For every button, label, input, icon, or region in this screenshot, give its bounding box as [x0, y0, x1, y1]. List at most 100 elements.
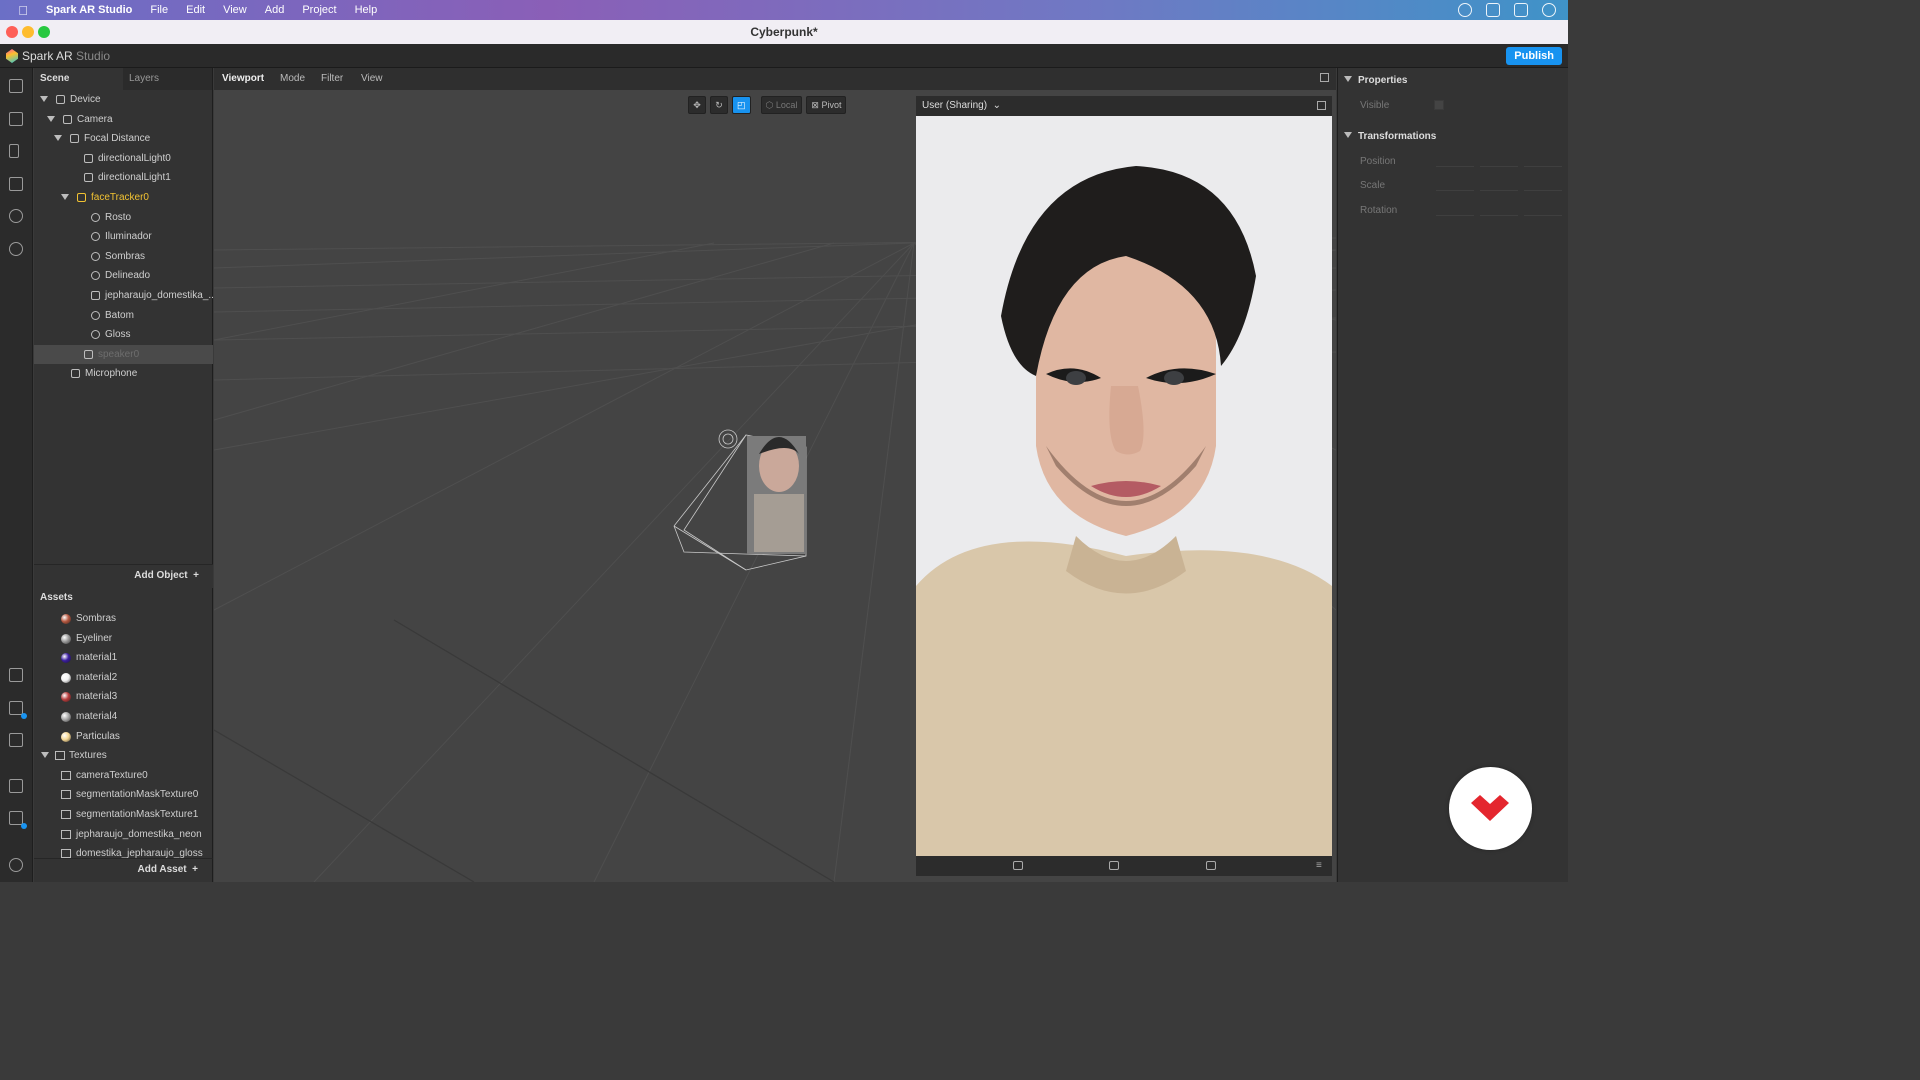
- move-tool-icon[interactable]: ✥: [688, 96, 706, 114]
- tab-viewport[interactable]: Viewport: [222, 73, 264, 84]
- scene-tree-item[interactable]: speaker0: [34, 344, 213, 364]
- menu-edit[interactable]: Edit: [186, 4, 205, 16]
- tab-scene[interactable]: Scene: [34, 68, 123, 90]
- control-center-icon[interactable]: [1514, 3, 1528, 17]
- layout-icon[interactable]: [9, 79, 23, 93]
- properties-section[interactable]: Properties: [1344, 75, 1407, 86]
- scene-tree-label: Focal Distance: [84, 133, 151, 145]
- sync-icon[interactable]: [1458, 3, 1472, 17]
- scene-tree-item[interactable]: directionalLight1: [34, 168, 213, 187]
- scene-tree-item[interactable]: Device: [34, 90, 213, 109]
- chevron-down-icon[interactable]: [40, 96, 48, 102]
- scene-tree-item[interactable]: Camera: [34, 110, 213, 129]
- stop-icon[interactable]: [9, 177, 23, 191]
- refresh-icon[interactable]: [9, 209, 23, 223]
- asset-texture-item[interactable]: segmentationMaskTexture0: [34, 785, 212, 804]
- position-fields[interactable]: [1436, 155, 1562, 167]
- publish-button[interactable]: Publish: [1506, 47, 1562, 65]
- rotation-fields[interactable]: [1436, 204, 1562, 216]
- scale-fields[interactable]: [1436, 179, 1562, 191]
- pause-icon[interactable]: [9, 144, 19, 158]
- scene-tree-item[interactable]: Rosto: [34, 208, 213, 227]
- chevron-down-icon[interactable]: [61, 194, 69, 200]
- record-video-icon[interactable]: [1013, 861, 1023, 870]
- bug-icon[interactable]: [9, 779, 23, 793]
- asset-label: material2: [76, 671, 118, 683]
- scene-tree-item[interactable]: Sombras: [34, 247, 213, 266]
- search-icon[interactable]: [9, 242, 23, 256]
- device-select[interactable]: User (Sharing): [922, 100, 987, 111]
- scene-tree-item[interactable]: Iluminador: [34, 227, 213, 246]
- scene-tree-item[interactable]: jepharaujo_domestika_...: [34, 286, 217, 305]
- chevron-down-icon[interactable]: ⌄: [990, 100, 1001, 111]
- texture-icon: [61, 829, 71, 839]
- add-object-button[interactable]: Add Object +: [34, 564, 213, 588]
- rotate-tool-icon[interactable]: ↻: [710, 96, 728, 114]
- apple-icon[interactable]: : [0, 3, 46, 18]
- chevron-down-icon[interactable]: [41, 752, 49, 759]
- minimize-window-button[interactable]: [22, 26, 34, 38]
- scene-tree-label: jepharaujo_domestika_...: [105, 290, 217, 301]
- menu-file[interactable]: File: [150, 4, 168, 16]
- menu-add[interactable]: Add: [265, 4, 285, 16]
- asset-texture-item[interactable]: cameraTexture0: [34, 766, 212, 785]
- asset-material-item[interactable]: material1: [34, 648, 212, 667]
- upload-icon[interactable]: [9, 733, 23, 747]
- asset-material-item[interactable]: Eyeliner: [34, 629, 212, 648]
- scale-tool-icon[interactable]: ◰: [732, 96, 751, 114]
- simulator-panel: User (Sharing) ⌄ ≡: [916, 96, 1332, 876]
- chevron-down-icon[interactable]: [47, 115, 55, 122]
- scene-tree-item[interactable]: faceTracker0: [34, 188, 213, 207]
- rotate-device-icon[interactable]: [1206, 861, 1216, 870]
- scene-tree-item[interactable]: Microphone: [34, 364, 213, 383]
- pivot-button[interactable]: ⊠ Pivot: [806, 96, 847, 114]
- scene-tree-item[interactable]: directionalLight0: [34, 149, 213, 168]
- asset-material-item[interactable]: material4: [34, 707, 212, 726]
- menu-view[interactable]: View: [223, 4, 247, 16]
- asset-material-item[interactable]: material3: [34, 687, 212, 706]
- simulator-camera-feed[interactable]: [916, 116, 1332, 856]
- audio-icon[interactable]: [1486, 3, 1500, 17]
- settings-icon[interactable]: [9, 858, 23, 872]
- scene-tree-item[interactable]: Delineado: [34, 266, 213, 285]
- menu-help[interactable]: Help: [355, 4, 378, 16]
- clock-icon[interactable]: [1542, 3, 1556, 17]
- visible-checkbox[interactable]: [1434, 100, 1444, 110]
- send-to-device-icon[interactable]: [9, 701, 27, 719]
- popout-icon[interactable]: [1317, 101, 1326, 110]
- add-folder-icon[interactable]: [9, 668, 23, 682]
- popout-icon[interactable]: [1320, 73, 1329, 82]
- patch-editor-icon[interactable]: [9, 811, 27, 829]
- textures-folder[interactable]: Textures: [34, 746, 212, 765]
- folder-label: Textures: [69, 750, 107, 762]
- add-asset-button[interactable]: Add Asset +: [34, 858, 213, 882]
- camera-icon: [63, 114, 72, 124]
- scale-label: Scale: [1360, 180, 1386, 191]
- transformations-section[interactable]: Transformations: [1344, 131, 1436, 142]
- window-titlebar: Cyberpunk*: [0, 20, 1568, 44]
- menu-app-name[interactable]: Spark AR Studio: [46, 4, 132, 16]
- tab-view[interactable]: View: [361, 73, 383, 84]
- chevron-down-icon[interactable]: [54, 135, 62, 142]
- asset-texture-item[interactable]: jepharaujo_domestika_neon: [34, 825, 212, 844]
- menu-project[interactable]: Project: [302, 4, 336, 16]
- screenshot-icon[interactable]: [1109, 861, 1119, 870]
- video-icon[interactable]: [9, 112, 23, 126]
- asset-material-item[interactable]: Sombras: [34, 609, 212, 628]
- tab-filter[interactable]: Filter: [321, 73, 343, 84]
- menu-icon[interactable]: ≡: [1316, 860, 1322, 871]
- domestika-heart-icon: [1471, 795, 1509, 821]
- asset-material-item[interactable]: material2: [34, 668, 212, 687]
- asset-texture-item[interactable]: segmentationMaskTexture1: [34, 805, 212, 824]
- status-tray: [1458, 3, 1556, 17]
- scene-tree-item[interactable]: Focal Distance: [34, 129, 213, 148]
- close-window-button[interactable]: [6, 26, 18, 38]
- scene-tree-item[interactable]: Batom: [34, 306, 213, 325]
- tab-layers[interactable]: Layers: [123, 68, 212, 90]
- asset-material-item[interactable]: Particulas: [34, 727, 212, 746]
- asset-texture-item[interactable]: domestika_jepharaujo_gloss: [34, 844, 212, 858]
- zoom-window-button[interactable]: [38, 26, 50, 38]
- scene-tree-item[interactable]: Gloss: [34, 325, 213, 344]
- tab-mode[interactable]: Mode: [280, 73, 305, 84]
- local-space-button[interactable]: ⬡ Local: [760, 96, 803, 114]
